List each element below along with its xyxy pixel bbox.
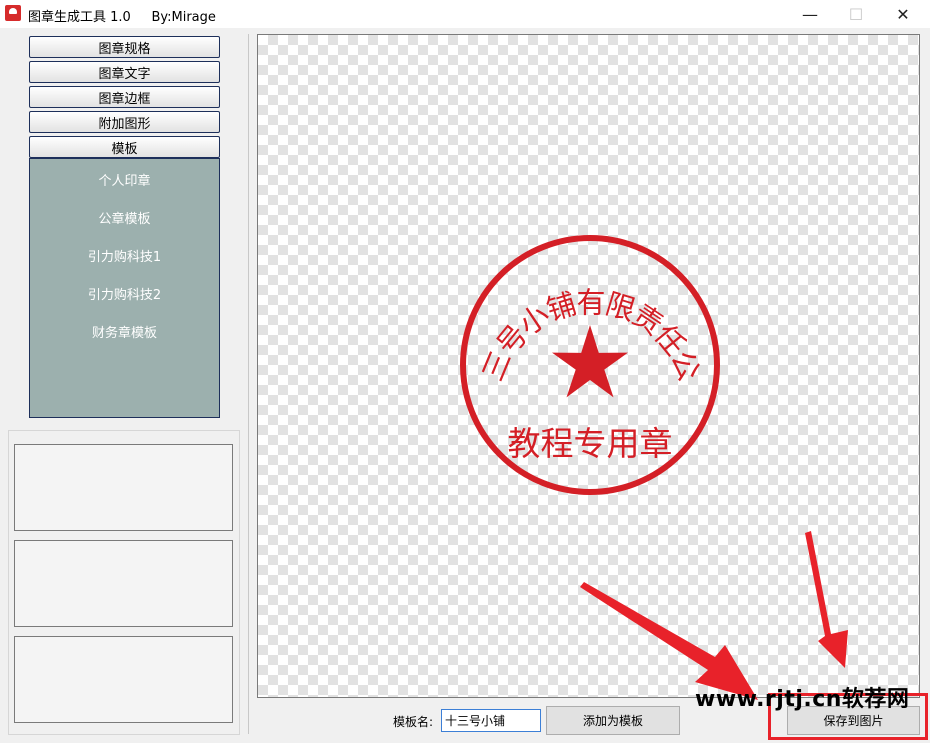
annotation-arrows xyxy=(580,531,848,700)
arrow-down-icon xyxy=(805,531,848,668)
site-watermark: www.rjtj.cn软荐网 xyxy=(695,687,910,712)
